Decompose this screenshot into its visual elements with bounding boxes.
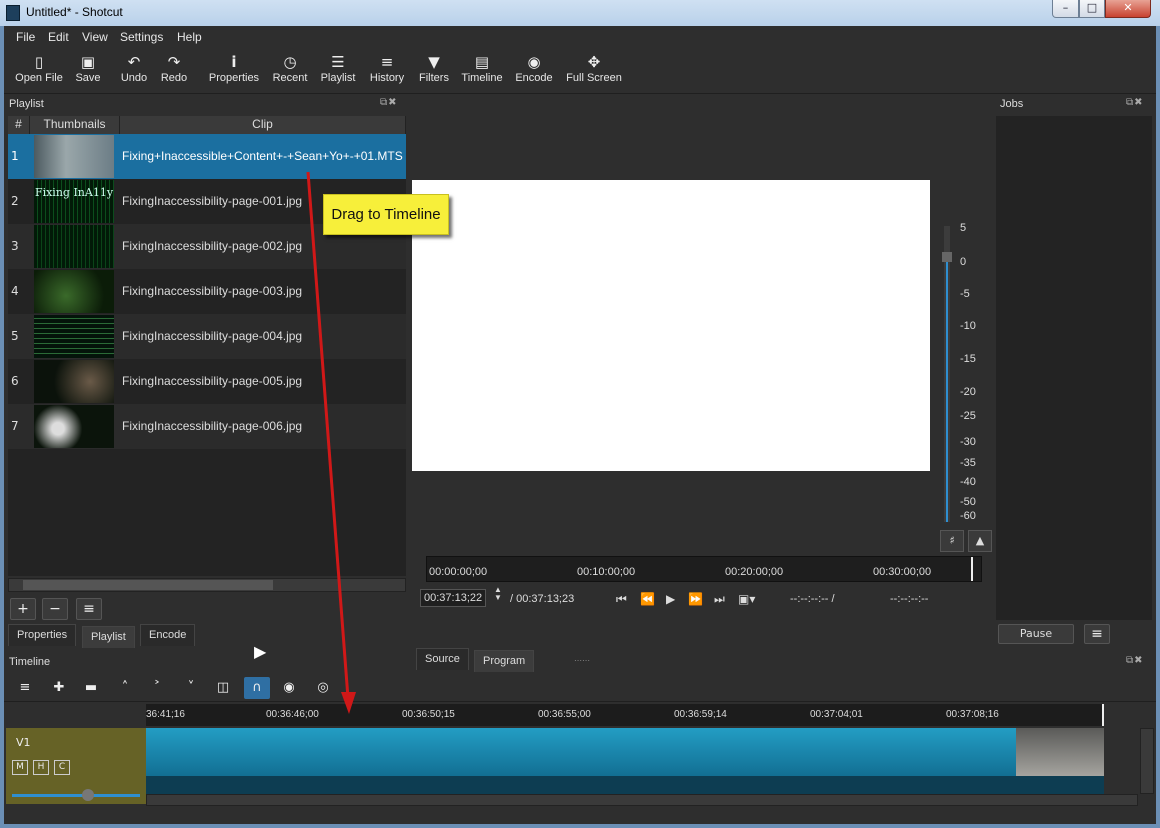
shotcut-app-icon [6, 5, 20, 21]
drag-to-timeline-callout: Drag to Timeline [323, 194, 449, 235]
maximize-button[interactable]: □ [1079, 0, 1105, 18]
drag-arrow-line [306, 171, 350, 699]
mouse-cursor-icon: ▶ [254, 642, 267, 661]
drag-arrow-annotation [306, 171, 356, 714]
window-title: Untitled* - Shotcut [26, 5, 123, 19]
minimize-button[interactable]: – [1052, 0, 1079, 18]
app-window: File Edit View Settings Help ▯ Open File … [4, 26, 1156, 824]
window-titlebar: Untitled* - Shotcut – □ ✕ [0, 0, 1160, 26]
close-window-button[interactable]: ✕ [1105, 0, 1151, 18]
drag-arrow-head [341, 692, 356, 714]
